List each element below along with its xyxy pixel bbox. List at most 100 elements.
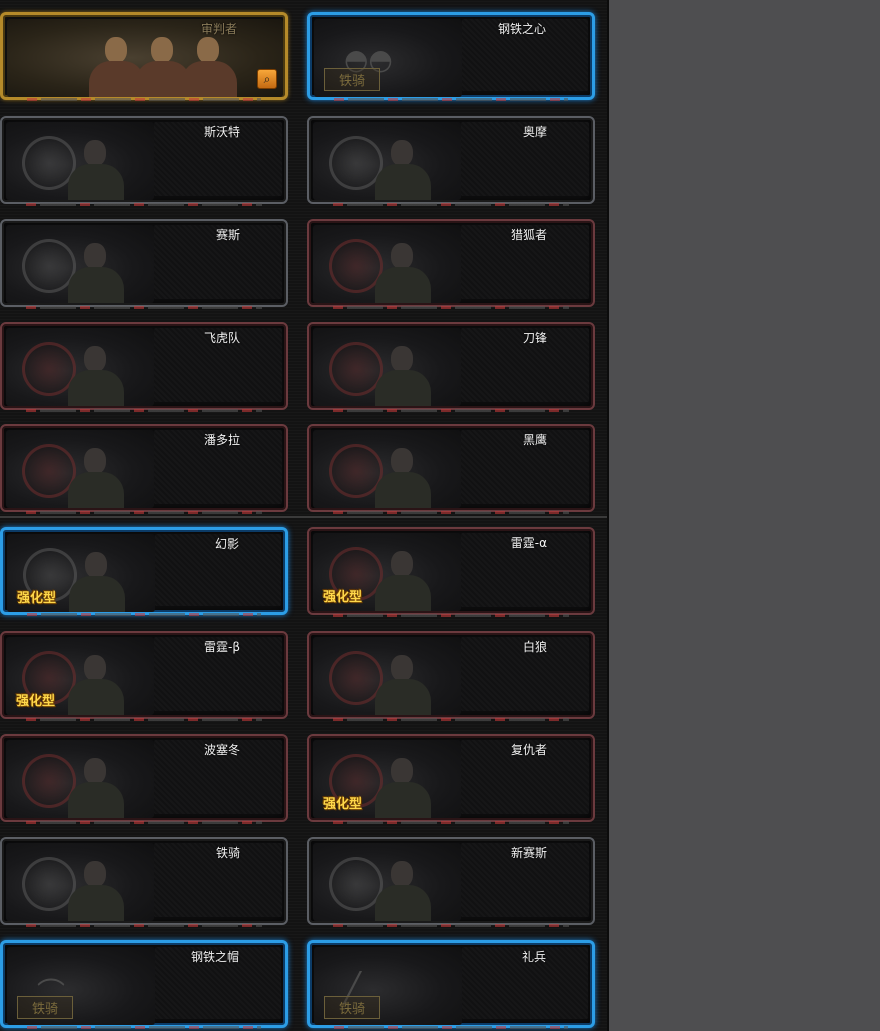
frame-decoration bbox=[27, 98, 261, 101]
character-selection-panel: 审判者 ⌕ ◓◓ 铁骑 钢铁之心 斯沃特 奥摩 赛斯 猎狐者 飞虎队 刀锋 潘多拉 黑鹰 强化型 幻影 强化型… bbox=[0, 0, 609, 1031]
character-figure bbox=[64, 138, 126, 200]
character-name: 白狼 bbox=[522, 640, 547, 654]
character-figure bbox=[371, 446, 433, 508]
character-portrait: 强化型 bbox=[6, 637, 154, 715]
enhanced-badge: 强化型 bbox=[16, 694, 56, 709]
character-card[interactable]: 黑鹰 bbox=[307, 424, 595, 514]
frame-decoration bbox=[26, 511, 262, 514]
enhanced-badge: 强化型 bbox=[323, 590, 363, 605]
character-name: 雷霆-β bbox=[204, 640, 240, 654]
frame-decoration bbox=[334, 98, 568, 101]
character-portrait bbox=[313, 843, 461, 921]
character-card[interactable]: 奥摩 bbox=[307, 116, 595, 206]
character-portrait bbox=[7, 19, 283, 97]
character-name: 礼兵 bbox=[521, 950, 546, 964]
character-figure bbox=[64, 859, 126, 921]
character-name: 幻影 bbox=[214, 537, 239, 551]
character-card[interactable]: 审判者 ⌕ bbox=[0, 12, 288, 101]
character-portrait: ⌒ 铁骑 bbox=[7, 947, 155, 1025]
character-card[interactable]: 白狼 bbox=[307, 631, 595, 721]
character-card[interactable]: 猎狐者 bbox=[307, 219, 595, 309]
character-name: 波塞冬 bbox=[203, 743, 240, 757]
character-name: 刀锋 bbox=[522, 331, 547, 345]
character-figure bbox=[371, 859, 433, 921]
character-card[interactable]: 斯沃特 bbox=[0, 116, 288, 206]
character-card[interactable]: 刀锋 bbox=[307, 322, 595, 412]
character-card[interactable]: ⌒ 铁骑 钢铁之帽 bbox=[0, 940, 288, 1029]
magnify-icon[interactable]: ⌕ bbox=[257, 69, 277, 89]
character-card[interactable]: 飞虎队 bbox=[0, 322, 288, 412]
character-card[interactable]: 强化型 雷霆-α bbox=[307, 527, 595, 617]
character-name: 潘多拉 bbox=[203, 433, 240, 447]
character-card[interactable]: ╱ 铁骑 礼兵 bbox=[307, 940, 595, 1029]
character-card[interactable]: 强化型 幻影 bbox=[0, 527, 288, 616]
frame-decoration bbox=[26, 924, 262, 927]
character-card[interactable]: 赛斯 bbox=[0, 219, 288, 309]
character-name: 奥摩 bbox=[522, 125, 547, 139]
frame-decoration bbox=[333, 306, 569, 309]
character-name: 雷霆-α bbox=[510, 536, 547, 550]
character-card[interactable]: 强化型 复仇者 bbox=[307, 734, 595, 824]
character-portrait bbox=[6, 328, 154, 406]
character-figure bbox=[65, 550, 127, 612]
character-figure bbox=[64, 653, 126, 715]
frame-decoration bbox=[333, 821, 569, 824]
character-card[interactable]: 潘多拉 bbox=[0, 424, 288, 514]
iron-cavalry-badge: 铁骑 bbox=[324, 996, 381, 1019]
character-name: 铁骑 bbox=[215, 846, 240, 860]
character-figure bbox=[371, 344, 433, 406]
character-card[interactable]: ◓◓ 铁骑 钢铁之心 bbox=[307, 12, 595, 101]
frame-decoration bbox=[333, 511, 569, 514]
character-name: 钢铁之帽 bbox=[190, 950, 239, 964]
character-name: 斯沃特 bbox=[203, 125, 240, 139]
frame-decoration bbox=[333, 614, 569, 617]
iron-cavalry-badge: 铁骑 bbox=[324, 68, 381, 91]
character-portrait bbox=[313, 122, 461, 200]
frame-decoration bbox=[333, 718, 569, 721]
frame-decoration bbox=[26, 203, 262, 206]
frame-decoration bbox=[27, 613, 261, 616]
character-portrait bbox=[313, 328, 461, 406]
character-name: 飞虎队 bbox=[203, 331, 240, 345]
character-portrait: 强化型 bbox=[7, 534, 155, 612]
character-figure bbox=[371, 653, 433, 715]
enhanced-badge: 强化型 bbox=[17, 591, 57, 606]
character-name: 钢铁之心 bbox=[497, 22, 546, 36]
character-portrait: ╱ 铁骑 bbox=[314, 947, 462, 1025]
character-card[interactable]: 强化型 雷霆-β bbox=[0, 631, 288, 721]
character-name: 猎狐者 bbox=[510, 228, 547, 242]
frame-decoration bbox=[333, 409, 569, 412]
character-figure bbox=[371, 549, 433, 611]
character-figure bbox=[64, 344, 126, 406]
character-name: 新赛斯 bbox=[510, 846, 547, 860]
frame-decoration bbox=[333, 203, 569, 206]
character-figure bbox=[64, 756, 126, 818]
character-card[interactable]: 铁骑 bbox=[0, 837, 288, 927]
frame-decoration bbox=[27, 1026, 261, 1029]
character-portrait: ◓◓ 铁骑 bbox=[314, 19, 462, 97]
character-portrait bbox=[6, 430, 154, 508]
frame-decoration bbox=[26, 718, 262, 721]
character-figure bbox=[371, 756, 433, 818]
character-figure bbox=[64, 241, 126, 303]
character-card[interactable]: 波塞冬 bbox=[0, 734, 288, 824]
character-name: 黑鹰 bbox=[522, 433, 547, 447]
character-portrait bbox=[6, 225, 154, 303]
frame-decoration bbox=[334, 1026, 568, 1029]
character-portrait bbox=[313, 225, 461, 303]
character-portrait bbox=[313, 430, 461, 508]
character-figure bbox=[371, 138, 433, 200]
character-portrait bbox=[313, 637, 461, 715]
character-figure bbox=[371, 241, 433, 303]
character-portrait bbox=[6, 740, 154, 818]
frame-decoration bbox=[26, 306, 262, 309]
character-card[interactable]: 新赛斯 bbox=[307, 837, 595, 927]
section-divider bbox=[0, 516, 607, 518]
frame-decoration bbox=[26, 409, 262, 412]
character-portrait bbox=[6, 122, 154, 200]
iron-cavalry-badge: 铁骑 bbox=[17, 996, 74, 1019]
frame-decoration bbox=[333, 924, 569, 927]
frame-decoration bbox=[26, 821, 262, 824]
character-portrait: 强化型 bbox=[313, 740, 461, 818]
character-portrait bbox=[6, 843, 154, 921]
